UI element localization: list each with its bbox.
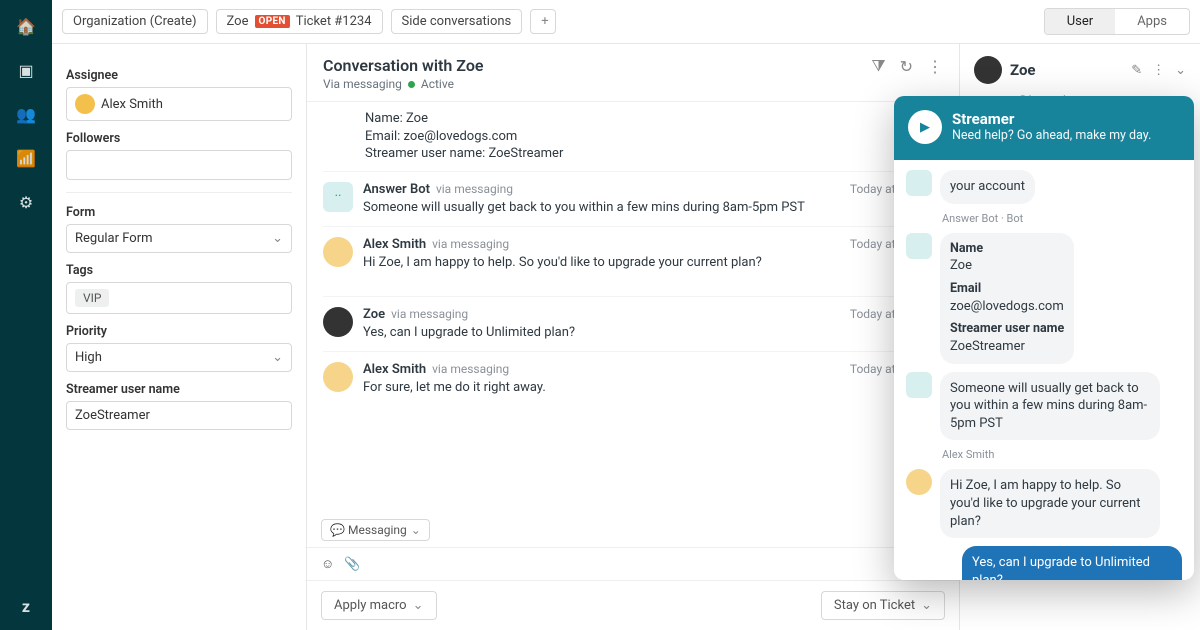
alex-avatar-icon — [323, 362, 353, 392]
message-row: Alex Smithvia messagingToday at 9:01 AMF… — [323, 351, 943, 421]
user-more-icon[interactable]: ⋮ — [1152, 63, 1165, 78]
tab-bar: Organization (Create) Zoe OPEN Ticket #1… — [52, 0, 1200, 44]
message-via: via messaging — [436, 182, 513, 196]
tab-organization[interactable]: Organization (Create) — [62, 9, 208, 34]
emoji-icon[interactable]: ☺ — [321, 556, 334, 572]
tags-label: Tags — [66, 263, 292, 278]
stats-icon[interactable]: 📶 — [16, 148, 36, 168]
conversation-column: Conversation with Zoe Via messaging Acti… — [307, 44, 960, 630]
messenger-widget: ▶ Streamer Need help? Go ahead, make my … — [894, 96, 1194, 580]
attachment-icon[interactable]: 📎 — [344, 557, 360, 572]
message-text: Yes, can I upgrade to Unlimited plan? — [363, 324, 943, 342]
widget-alex-msg1: Hi Zoe, I am happy to help. So you'd lik… — [940, 469, 1160, 538]
priority-select[interactable]: High — [66, 343, 292, 372]
toggle-user[interactable]: User — [1045, 9, 1115, 34]
form-label: Form — [66, 205, 292, 220]
message-author: Alex Smith — [363, 237, 426, 252]
read-receipt-icon: ✓✓ — [363, 272, 943, 286]
conversation-via: Via messaging — [323, 77, 402, 91]
bot-avatar-icon — [906, 372, 932, 398]
message-author: Answer Bot — [363, 182, 430, 197]
add-tab-button[interactable]: + — [530, 9, 556, 34]
followers-label: Followers — [66, 131, 292, 146]
message-via: via messaging — [432, 362, 509, 376]
message-row: ··Answer Botvia messagingToday at 9:01 A… — [323, 171, 943, 227]
message-text: Someone will usually get back to you wit… — [363, 199, 943, 217]
message-via: via messaging — [432, 237, 509, 251]
tag-chip: VIP — [75, 289, 109, 307]
widget-logo-icon: ▶ — [908, 110, 942, 144]
history-icon[interactable]: ↻ — [900, 57, 913, 76]
settings-icon[interactable]: ⚙ — [16, 192, 36, 212]
edit-icon[interactable]: ✎ — [1131, 63, 1142, 78]
filter-icon[interactable]: ⧩ — [871, 56, 885, 76]
followers-field[interactable] — [66, 150, 292, 180]
stay-on-ticket-select[interactable]: Stay on Ticket — [821, 591, 945, 620]
assignee-avatar — [75, 94, 95, 114]
widget-bot-label: Answer Bot · Bot — [942, 212, 1182, 225]
chat-icon: 💬 — [330, 523, 344, 537]
zendesk-logo-icon: z — [16, 596, 36, 616]
message-author: Zoe — [363, 307, 385, 322]
tab-ticket-name: Zoe — [227, 14, 249, 29]
assignee-label: Assignee — [66, 68, 292, 83]
conversation-status: Active — [421, 77, 454, 91]
panel-toggle: User Apps — [1044, 8, 1190, 35]
message-text: For sure, let me do it right away. — [363, 379, 943, 397]
message-row: Zoevia messagingToday at 9:01 AMYes, can… — [323, 296, 943, 352]
composer: ☺ 📎 Send — [307, 547, 959, 580]
message-row: Alex Smithvia messagingToday at 9:01 AMH… — [323, 226, 943, 296]
ticket-status-badge: OPEN — [255, 15, 290, 28]
bot-avatar-icon: ·· — [323, 182, 353, 212]
status-dot-icon — [408, 81, 415, 88]
conversation-title: Conversation with Zoe — [323, 56, 483, 75]
zoe-avatar-icon — [323, 307, 353, 337]
apply-macro-select[interactable]: Apply macro — [321, 591, 437, 620]
user-avatar — [974, 56, 1002, 84]
streamer-username-label: Streamer user name — [66, 382, 292, 397]
form-select[interactable]: Regular Form — [66, 224, 292, 253]
more-icon[interactable]: ⋮ — [927, 57, 943, 76]
widget-subtitle: Need help? Go ahead, make my day. — [952, 128, 1151, 143]
home-icon[interactable]: 🏠 — [16, 16, 36, 36]
intro-email: Email: zoe@lovedogs.com — [365, 128, 943, 146]
widget-title: Streamer — [952, 110, 1151, 128]
widget-alex-label: Alex Smith — [942, 448, 1182, 461]
tab-side-conversations[interactable]: Side conversations — [391, 9, 523, 34]
intro-streamer: Streamer user name: ZoeStreamer — [365, 145, 943, 163]
read-receipt-icon: ✓✓ — [363, 397, 943, 411]
users-icon[interactable]: 👥 — [16, 104, 36, 124]
tags-field[interactable]: VIP — [66, 282, 292, 314]
priority-label: Priority — [66, 324, 292, 339]
widget-user-msg: Yes, can I upgrade to Unlimited plan? — [962, 546, 1182, 580]
streamer-username-field[interactable]: ZoeStreamer — [66, 401, 292, 430]
assignee-value: Alex Smith — [101, 97, 163, 112]
ticket-properties-panel: Assignee Alex Smith Followers Form Regul… — [52, 44, 307, 630]
bot-avatar-icon — [906, 170, 932, 196]
intro-name: Name: Zoe — [365, 110, 943, 128]
widget-form-bubble: NameZoe Emailzoe@lovedogs.com Streamer u… — [940, 233, 1074, 364]
chevron-down-icon[interactable]: ⌄ — [1175, 63, 1186, 78]
toggle-apps[interactable]: Apps — [1115, 9, 1189, 34]
widget-peek-bubble: your account — [940, 170, 1035, 204]
user-name: Zoe — [1010, 61, 1036, 79]
tab-ticket[interactable]: Zoe OPEN Ticket #1234 — [216, 9, 383, 34]
message-author: Alex Smith — [363, 362, 426, 377]
message-via: via messaging — [391, 307, 468, 321]
nav-rail: 🏠 ▣ 👥 📶 ⚙ z — [0, 0, 52, 630]
assignee-field[interactable]: Alex Smith — [66, 87, 292, 121]
channel-chip[interactable]: 💬 Messaging — [321, 519, 430, 541]
message-text: Hi Zoe, I am happy to help. So you'd lik… — [363, 254, 943, 272]
widget-bot-msg: Someone will usually get back to you wit… — [940, 372, 1160, 441]
tab-ticket-number: Ticket #1234 — [296, 14, 372, 29]
inbox-icon[interactable]: ▣ — [16, 60, 36, 80]
agent-avatar-icon — [906, 469, 932, 495]
alex-avatar-icon — [323, 237, 353, 267]
bot-avatar-icon — [906, 233, 932, 259]
